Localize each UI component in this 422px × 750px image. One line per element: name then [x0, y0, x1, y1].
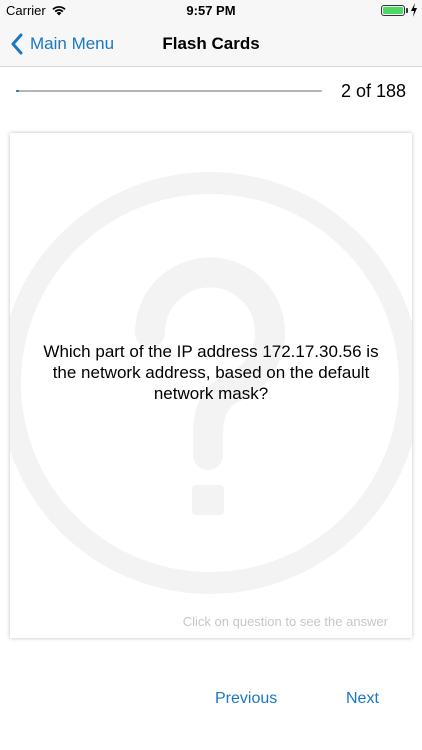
page-title: Flash Cards	[162, 34, 260, 53]
progress-bar	[16, 90, 322, 92]
answer-hint: Click on question to see the answer	[182, 614, 388, 629]
question-text[interactable]: Which part of the IP address 172.17.30.5…	[30, 341, 392, 404]
flash-card[interactable]: Which part of the IP address 172.17.30.5…	[10, 133, 412, 638]
battery-tip	[406, 8, 408, 13]
previous-button[interactable]: Previous	[215, 690, 277, 708]
battery-icon	[381, 5, 405, 16]
charging-bolt-icon	[411, 3, 417, 17]
battery-fill	[383, 7, 403, 14]
progress-fill	[16, 90, 20, 92]
status-bar: Carrier 9:57 PM	[0, 0, 422, 22]
navigation-bar: Main Menu Flash Cards	[0, 22, 422, 67]
status-time: 9:57 PM	[186, 3, 236, 18]
next-button[interactable]: Next	[346, 690, 379, 708]
progress-counter: 2 of 188	[340, 81, 406, 101]
